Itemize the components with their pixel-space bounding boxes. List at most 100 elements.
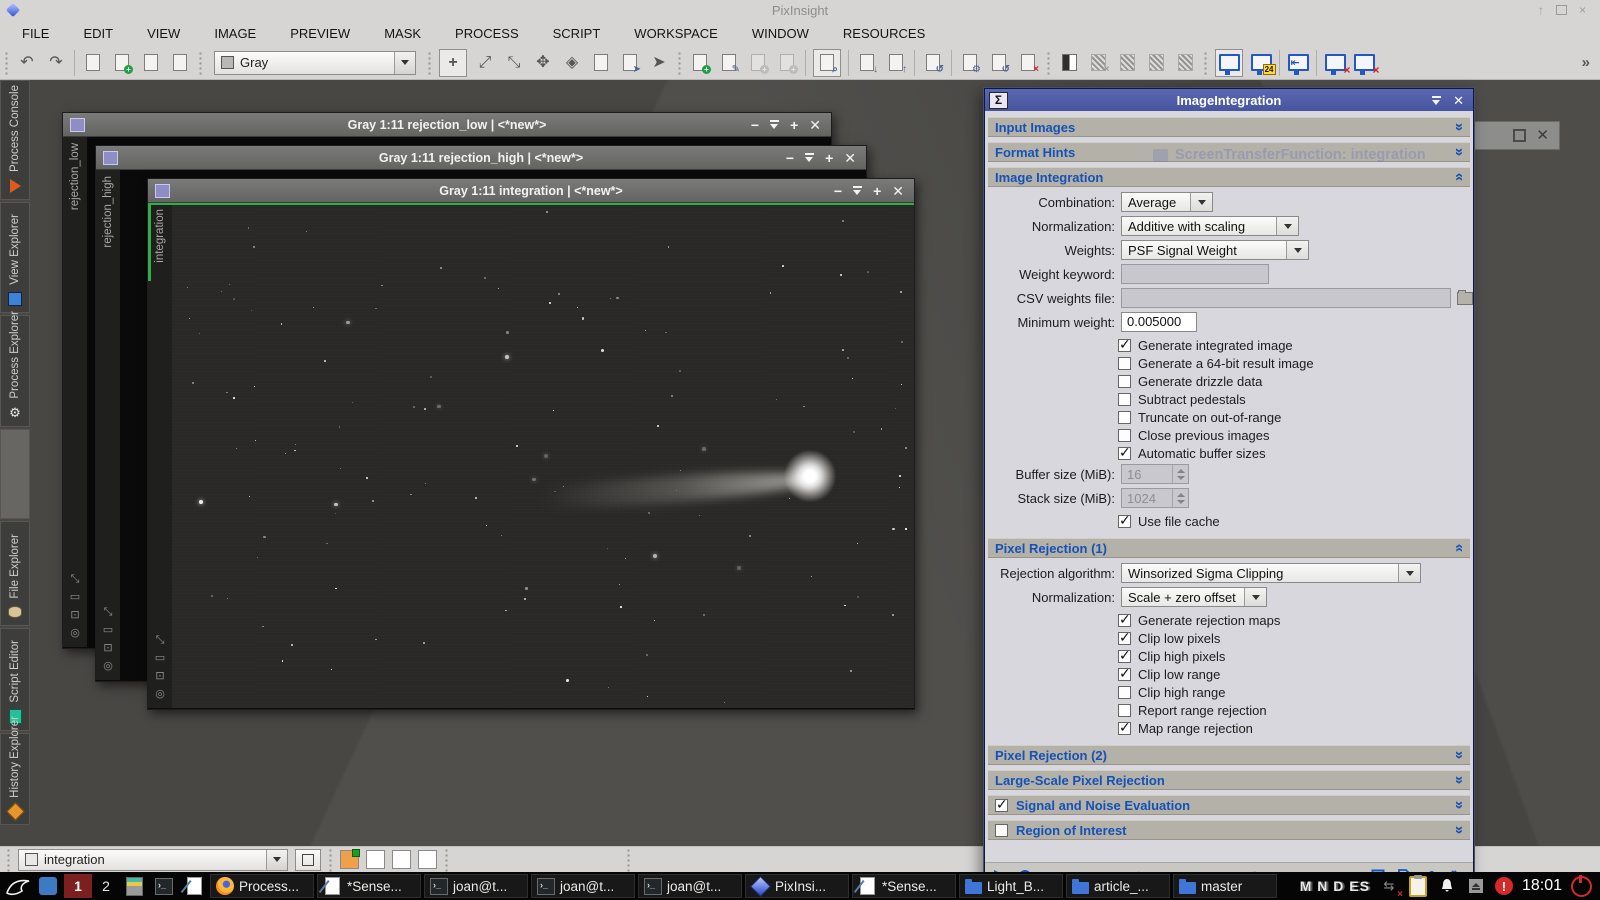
checkbox-row[interactable]: Clip low pixels xyxy=(1118,629,1473,647)
remove-mask-icon[interactable]: × xyxy=(1087,52,1109,74)
menu-item[interactable]: FILE xyxy=(22,26,49,41)
checkbox[interactable] xyxy=(1118,411,1131,424)
stf-window-fragment[interactable]: ✕ xyxy=(1474,121,1560,150)
stf-apply-icon[interactable]: ⇤ xyxy=(1287,52,1309,74)
window-titlebar[interactable]: Gray 1:11 rejection_high | <*new*> − + ✕ xyxy=(96,146,866,170)
checkbox[interactable] xyxy=(1118,704,1131,717)
checkbox[interactable] xyxy=(1118,515,1131,528)
checkbox[interactable] xyxy=(1118,357,1131,370)
checkbox[interactable] xyxy=(1118,686,1131,699)
shade-icon[interactable] xyxy=(770,120,779,129)
window-corner-tools[interactable]: ⤡▭⊡◎ xyxy=(96,607,120,672)
menu-item[interactable]: VIEW xyxy=(147,26,180,41)
checkbox[interactable] xyxy=(1118,722,1131,735)
menu-item[interactable]: IMAGE xyxy=(214,26,256,41)
maximize-icon[interactable] xyxy=(1513,129,1526,142)
image-reset-icon[interactable]: ↺ xyxy=(988,52,1010,74)
zoom-image-icon[interactable]: ⌕ xyxy=(813,49,841,77)
combination-select[interactable]: Average xyxy=(1121,192,1213,212)
new-image-icon[interactable]: + xyxy=(111,52,133,74)
taskbar-window-button[interactable]: *Sense... xyxy=(852,874,956,898)
track-view-icon[interactable]: + xyxy=(439,49,467,77)
checkbox[interactable] xyxy=(995,799,1008,812)
checkbox[interactable] xyxy=(1118,650,1131,663)
toolbar-drag-handle[interactable] xyxy=(6,848,11,872)
section-region-of-interest[interactable]: Region of Interest xyxy=(988,820,1470,840)
image-close-icon[interactable]: × xyxy=(1017,52,1039,74)
edit-preview-icon[interactable]: ✎ xyxy=(718,52,740,74)
toolbar-drag-handle[interactable] xyxy=(427,51,432,75)
image-settings-icon[interactable]: ⚙ xyxy=(959,52,981,74)
view-mode-button[interactable] xyxy=(295,849,321,871)
shade-icon[interactable] xyxy=(853,186,862,195)
clipboard-icon[interactable] xyxy=(1408,876,1428,896)
checkbox-row[interactable]: Map range rejection xyxy=(1118,719,1473,737)
sidebar-item-view-explorer[interactable]: View Explorer xyxy=(0,202,30,313)
power-icon[interactable] xyxy=(1571,876,1592,897)
toolbar-drag-handle[interactable] xyxy=(328,848,333,872)
display-channel-select[interactable]: Gray xyxy=(214,51,416,75)
editor-launcher-icon[interactable] xyxy=(180,874,208,898)
taskbar-window-button[interactable]: joan@t... xyxy=(531,874,635,898)
checkbox[interactable] xyxy=(1118,429,1131,442)
eject-icon[interactable] xyxy=(1466,876,1486,896)
pointer-icon[interactable]: ➤ xyxy=(648,52,670,74)
zoom-icon[interactable]: + xyxy=(825,151,833,165)
toolbar-drag-handle[interactable] xyxy=(4,51,9,75)
checkbox[interactable] xyxy=(1118,339,1131,352)
mask-invert-icon[interactable] xyxy=(1145,52,1167,74)
window-corner-tools[interactable]: ⤡▭⊡◎ xyxy=(63,574,87,639)
menu-item[interactable]: RESOURCES xyxy=(843,26,925,41)
checkbox-row[interactable]: Generate rejection maps xyxy=(1118,611,1473,629)
archive-launcher-icon[interactable] xyxy=(120,874,148,898)
sidebar-item-file-explorer[interactable]: File Explorer xyxy=(0,521,30,626)
checkbox-row[interactable]: Generate a 64-bit result image xyxy=(1118,354,1473,372)
weights-select[interactable]: PSF Signal Weight xyxy=(1121,240,1309,260)
new-mask-icon[interactable] xyxy=(1058,52,1080,74)
checkbox-row[interactable]: Generate drizzle data xyxy=(1118,372,1473,390)
menu-item[interactable]: MASK xyxy=(384,26,421,41)
show-desktop-icon[interactable] xyxy=(34,874,62,898)
checkbox[interactable] xyxy=(1118,668,1131,681)
sidebar-item-process-console[interactable]: Process Console xyxy=(0,80,30,200)
menu-item[interactable]: WINDOW xyxy=(752,26,809,41)
toolbar-overflow-icon[interactable]: » xyxy=(1582,54,1600,71)
image-import-icon[interactable]: ↓ xyxy=(856,52,878,74)
taskbar-window-button[interactable]: master xyxy=(1173,874,1277,898)
checkbox-row[interactable]: Clip high pixels xyxy=(1118,647,1473,665)
checkbox[interactable] xyxy=(995,824,1008,837)
image-window-integration[interactable]: Gray 1:11 integration | <*new*> − + ✕ in… xyxy=(147,178,915,710)
workspace-thumbnail-1[interactable] xyxy=(340,850,359,869)
mask-show-icon[interactable] xyxy=(1174,52,1196,74)
workspace-thumbnail-3[interactable] xyxy=(392,850,411,869)
checkbox-row[interactable]: Truncate on out-of-range xyxy=(1118,408,1473,426)
prev-preview-icon[interactable]: + xyxy=(747,52,769,74)
view-selector[interactable]: integration xyxy=(18,849,288,871)
pan-mode-icon[interactable]: ✥ xyxy=(532,52,554,74)
csv-weights-field[interactable] xyxy=(1121,288,1451,308)
close-icon[interactable]: ✕ xyxy=(1453,94,1464,107)
duplicate-image-icon[interactable] xyxy=(140,52,162,74)
close-all-windows-icon[interactable]: × xyxy=(1353,52,1375,74)
stepper-arrows-icon[interactable] xyxy=(1172,489,1188,507)
close-icon[interactable]: ✕ xyxy=(892,184,904,198)
duplicate-image-alt-icon[interactable] xyxy=(169,52,191,74)
stf-24bit-icon[interactable]: 24 xyxy=(1250,52,1272,74)
menu-item[interactable]: PREVIEW xyxy=(290,26,350,41)
chevron-down-icon[interactable] xyxy=(394,52,415,74)
checkbox[interactable] xyxy=(1118,447,1131,460)
checkbox[interactable] xyxy=(1118,393,1131,406)
checkbox-row[interactable]: Automatic buffer sizes xyxy=(1118,444,1473,462)
network-offline-icon[interactable]: ⇆ xyxy=(1379,876,1399,896)
menu-item[interactable]: WORKSPACE xyxy=(634,26,718,41)
toolbar-drag-handle[interactable] xyxy=(198,51,203,75)
image-frame-icon[interactable] xyxy=(590,52,612,74)
section-large-scale-pixel-rejection[interactable]: Large-Scale Pixel Rejection xyxy=(988,770,1470,790)
workspace-button-1[interactable]: 1 xyxy=(64,874,92,898)
checkbox-row[interactable]: Close previous images xyxy=(1118,426,1473,444)
window-corner-tools[interactable]: ⤡▭⊡◎ xyxy=(148,635,172,700)
center-image-icon[interactable]: ◈ xyxy=(561,52,583,74)
section-pixel-rejection-2[interactable]: Pixel Rejection (2) xyxy=(988,745,1470,765)
zoom-icon[interactable]: + xyxy=(790,118,798,132)
taskbar-window-button[interactable]: joan@t... xyxy=(638,874,742,898)
